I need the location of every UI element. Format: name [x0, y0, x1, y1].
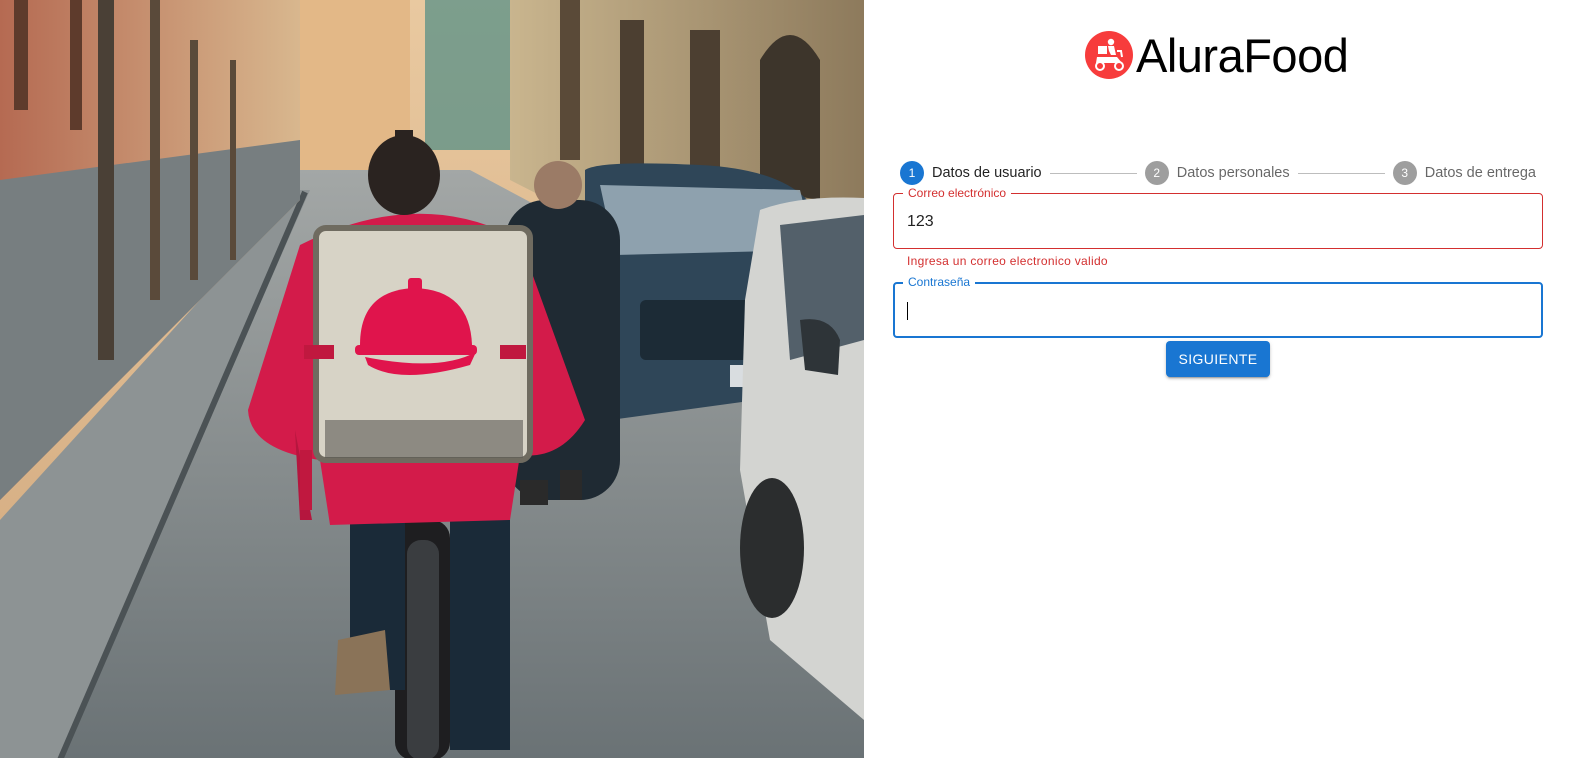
step-connector [1049, 172, 1137, 174]
step-datos-entrega[interactable]: 3 Datos de entrega [1392, 161, 1536, 185]
email-value[interactable]: 123 [907, 213, 934, 231]
signup-panel: AluraFood 1 Datos de usuario 2 Datos per… [864, 0, 1594, 771]
brand-name: AluraFood [1136, 28, 1349, 82]
step-number: 1 [900, 161, 924, 185]
email-error-text: Ingresa un correo electronico valido [907, 254, 1108, 268]
email-label: Correo electrónico [903, 186, 1012, 200]
email-field[interactable]: Correo electrónico 123 [893, 186, 1543, 249]
hero-image [0, 0, 864, 758]
text-caret [907, 302, 908, 320]
password-label: Contraseña [903, 275, 976, 289]
password-field[interactable]: Contraseña [893, 275, 1543, 338]
step-datos-usuario[interactable]: 1 Datos de usuario [900, 161, 1042, 185]
step-label: Datos personales [1176, 165, 1290, 181]
step-connector [1297, 172, 1385, 174]
step-label: Datos de usuario [932, 165, 1042, 181]
step-label: Datos de entrega [1424, 165, 1536, 181]
signup-stepper: 1 Datos de usuario 2 Datos personales 3 … [900, 161, 1536, 185]
step-number: 2 [1144, 161, 1169, 185]
brand-header: AluraFood [1084, 28, 1349, 82]
step-number: 3 [1392, 161, 1417, 185]
step-datos-personales[interactable]: 2 Datos personales [1144, 161, 1290, 185]
next-button[interactable]: SIGUIENTE [1166, 341, 1270, 377]
delivery-scooter-icon [1085, 31, 1133, 79]
delivery-street-scene [0, 0, 864, 758]
